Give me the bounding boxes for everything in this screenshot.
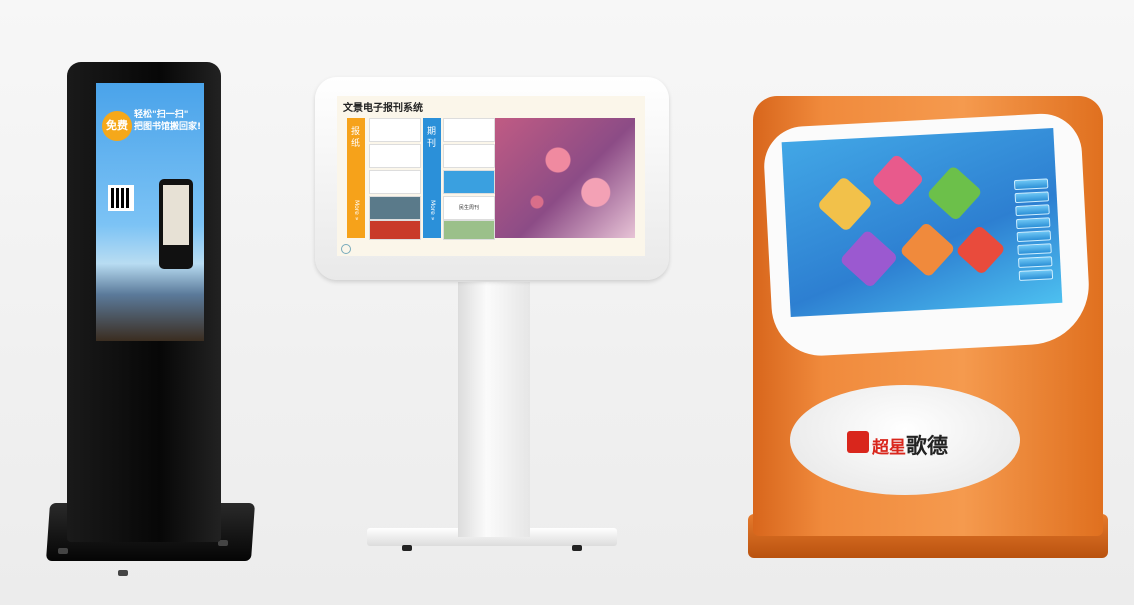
plum-blossom-image: [495, 118, 635, 238]
free-badge: 免费: [102, 111, 132, 141]
chaoxing-logo-icon: [847, 431, 869, 453]
kiosk-left-foot: [58, 548, 68, 554]
magazine-label: 期刊: [427, 127, 437, 149]
magazine-thumb-title: 民生周刊: [458, 205, 479, 211]
side-menu-item[interactable]: [1014, 191, 1050, 204]
kiosk-center-wheel: [402, 545, 412, 551]
magazine-thumb[interactable]: [443, 118, 495, 142]
game-island[interactable]: [816, 175, 874, 233]
side-menu-item[interactable]: [1018, 269, 1054, 281]
side-menu-item[interactable]: [1015, 217, 1051, 230]
newspaper-column[interactable]: 报纸 More »: [347, 118, 365, 238]
game-island[interactable]: [899, 221, 956, 278]
magazine-thumb[interactable]: [443, 170, 495, 194]
newspaper-thumb[interactable]: [369, 144, 421, 168]
promo-headline-line2: 把图书馆搬回家!: [134, 122, 202, 132]
kiosk-center-pedestal: [458, 282, 530, 537]
brand-name: 歌德: [906, 434, 948, 458]
magazine-column[interactable]: 期刊 More »: [423, 118, 441, 238]
kiosk-center-screen: 文景电子报刊系统 报纸 More » 期刊 More » 民生周刊: [337, 96, 645, 256]
game-island[interactable]: [870, 153, 925, 208]
kiosk-right-screen: [781, 128, 1063, 317]
mini-kiosk-illustration: [159, 179, 193, 269]
magazine-more-link[interactable]: More »: [429, 200, 436, 220]
side-menu-item[interactable]: [1017, 256, 1053, 269]
kiosk-center-wheel: [572, 545, 582, 551]
newspaper-thumb[interactable]: [369, 220, 421, 240]
home-icon[interactable]: [341, 244, 351, 254]
kiosk-left-foot: [118, 570, 128, 576]
brand-prefix: 超星: [872, 438, 906, 458]
kiosk-left-screen: 免费 轻松"扫一扫" 把图书馆搬回家!: [96, 83, 204, 341]
newspaper-thumb[interactable]: [369, 170, 421, 194]
qr-code-icon: [108, 185, 134, 211]
side-menu-item[interactable]: [1017, 243, 1052, 256]
newspaper-more-link[interactable]: More »: [353, 200, 360, 220]
game-island[interactable]: [955, 224, 1006, 276]
newspaper-thumb[interactable]: [369, 118, 421, 142]
game-island[interactable]: [926, 165, 983, 222]
promo-headline: 轻松"扫一扫" 把图书馆搬回家!: [134, 109, 202, 133]
magazine-thumb[interactable]: [443, 220, 495, 240]
newspaper-label: 报纸: [351, 127, 361, 149]
side-menu-item[interactable]: [1015, 204, 1050, 217]
promo-headline-line1: 轻松"扫一扫": [134, 110, 189, 120]
product-photo: 免费 轻松"扫一扫" 把图书馆搬回家! 文景电子报刊系统 报纸 More » 期…: [0, 0, 1134, 605]
app-title: 文景电子报刊系统: [343, 103, 423, 114]
newspaper-thumb[interactable]: [369, 196, 421, 220]
side-menu-item[interactable]: [1013, 178, 1049, 191]
game-island[interactable]: [839, 229, 899, 289]
magazine-thumb[interactable]: [443, 144, 495, 168]
brand-logo-text: 超星歌德: [872, 430, 948, 460]
side-menu-item[interactable]: [1016, 230, 1052, 243]
magazine-thumb[interactable]: 民生周刊: [443, 196, 495, 220]
